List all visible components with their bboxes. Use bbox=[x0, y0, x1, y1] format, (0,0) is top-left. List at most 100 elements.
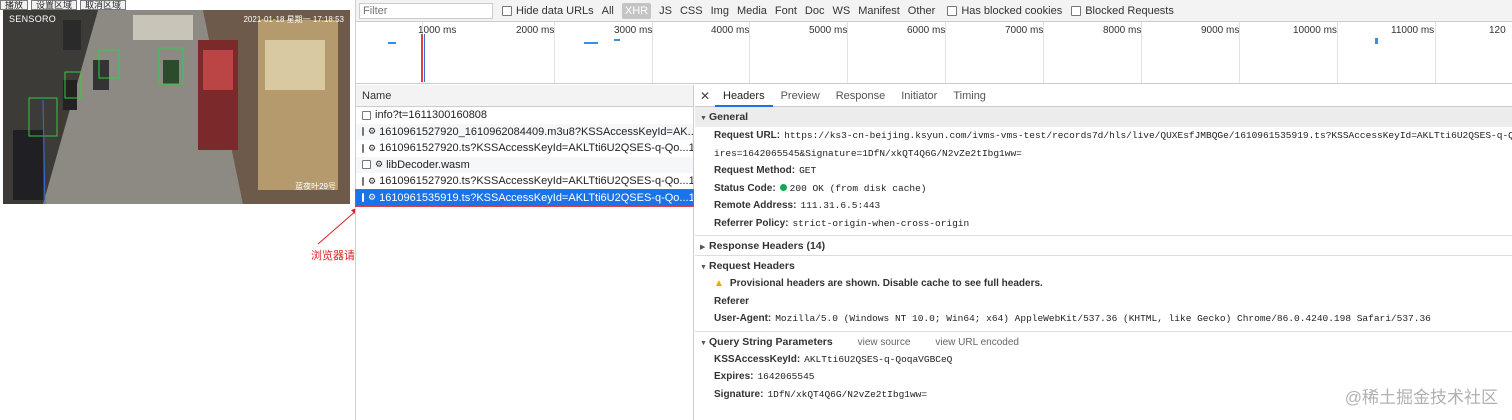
general-section-header[interactable]: ▼ General bbox=[695, 107, 1512, 127]
tick-label: 2000 ms bbox=[516, 25, 555, 36]
tick-label: 8000 ms bbox=[1103, 25, 1142, 36]
response-headers-section-header[interactable]: ▶ Response Headers (14) bbox=[695, 235, 1512, 255]
param-key: Signature: bbox=[714, 388, 764, 400]
set-region-button[interactable]: 设置区域 bbox=[31, 0, 78, 10]
header-key: Referrer Policy: bbox=[714, 217, 789, 229]
checkbox-label: Hide data URLs bbox=[516, 4, 594, 17]
gear-icon: ⚙ bbox=[368, 175, 377, 186]
provisional-warning-row: ▲ Provisional headers are shown. Disable … bbox=[695, 275, 1512, 293]
type-filter-css[interactable]: CSS bbox=[680, 5, 703, 17]
tab-response[interactable]: Response bbox=[828, 85, 894, 107]
request-type-icon bbox=[362, 110, 371, 120]
request-url-row: Request URL: https://ks3-cn-beijing.ksyun… bbox=[695, 127, 1512, 145]
request-row[interactable]: ⚙ 1610961527920.ts?KSSAccessKeyId=AKLTti… bbox=[356, 173, 693, 190]
tick-label: 3000 ms bbox=[614, 25, 653, 36]
checkbox-box bbox=[1071, 5, 1082, 16]
video-buttons: 播放 设置区域 取消区域 bbox=[0, 0, 127, 10]
param-key: Expires: bbox=[714, 371, 754, 382]
has-blocked-cookies-checkbox[interactable]: Has blocked cookies bbox=[947, 5, 1062, 17]
type-filter-ws[interactable]: WS bbox=[832, 5, 850, 17]
video-timestamp: 2021-01-18 星期一 17:18:53 bbox=[243, 15, 344, 24]
type-filter-img[interactable]: Img bbox=[711, 5, 729, 17]
blocked-requests-checkbox[interactable]: Blocked Requests bbox=[1071, 5, 1174, 17]
request-row[interactable]: ⚙ 1610961527920.ts?KSSAccessKeyId=AKLTti… bbox=[356, 140, 693, 157]
section-title: General bbox=[709, 111, 749, 123]
tick-label: 9000 ms bbox=[1201, 25, 1240, 36]
request-type-icon bbox=[362, 143, 364, 153]
request-name: 1610961527920.ts?KSSAccessKeyId=AKLTti6U… bbox=[379, 142, 693, 155]
section-title: Request Headers bbox=[709, 260, 795, 272]
request-row[interactable]: ⚙ libDecoder.wasm bbox=[356, 156, 693, 173]
remote-address-row: Remote Address: 111.31.6.5:443 bbox=[695, 197, 1512, 215]
type-filter-media[interactable]: Media bbox=[737, 5, 767, 17]
type-filter-js[interactable]: JS bbox=[659, 5, 672, 17]
checkbox-box bbox=[502, 5, 512, 16]
tick-line bbox=[1337, 22, 1338, 83]
name-column-header[interactable]: Name bbox=[356, 85, 693, 107]
close-icon[interactable]: ✕ bbox=[695, 89, 715, 103]
gear-icon: ⚙ bbox=[368, 142, 377, 153]
tab-preview[interactable]: Preview bbox=[773, 85, 828, 107]
header-value: 111.31.6.5:443 bbox=[800, 200, 881, 211]
request-type-icon bbox=[362, 193, 364, 203]
timeline-request-bar bbox=[388, 42, 396, 44]
header-key: Status Code: bbox=[714, 182, 776, 194]
request-row[interactable]: ⚙ 1610961527920_1610962084409.m3u8?KSSAc… bbox=[356, 123, 693, 140]
type-filter-font[interactable]: Font bbox=[775, 5, 797, 17]
filter-input[interactable] bbox=[359, 2, 493, 19]
street-scene-image bbox=[3, 10, 350, 204]
view-url-encoded-link[interactable]: view URL encoded bbox=[935, 337, 1019, 348]
timeline-request-bar bbox=[1375, 38, 1378, 44]
request-url-continuation: ires=1642065545&Signature=1DfN/xkQT4Q6G/… bbox=[695, 145, 1512, 163]
tab-headers[interactable]: Headers bbox=[715, 85, 773, 107]
details-tab-bar: ✕ Headers Preview Response Initiator Tim… bbox=[695, 85, 1512, 107]
expanded-triangle-icon: ▼ bbox=[700, 264, 707, 271]
request-list-empty-area bbox=[356, 206, 693, 406]
query-string-section-header[interactable]: ▼ Query String Parameters view source vie… bbox=[695, 330, 1512, 351]
video-frame[interactable]: SENSORO 2021-01-18 星期一 17:18:53 蓝夜叶29号 bbox=[3, 10, 350, 204]
devtools-network-panel: Hide data URLs All XHR JS CSS Img Media … bbox=[355, 0, 1512, 420]
section-title: Response Headers (14) bbox=[709, 240, 826, 252]
header-value: 200 OK (from disk cache) bbox=[789, 182, 927, 194]
tick-label: 4000 ms bbox=[711, 25, 750, 36]
timeline-domcontent-marker bbox=[424, 34, 425, 82]
video-location-label: 蓝夜叶29号 bbox=[295, 182, 336, 191]
header-key: Referer bbox=[714, 295, 750, 307]
tab-timing[interactable]: Timing bbox=[945, 85, 994, 107]
type-filter-manifest[interactable]: Manifest bbox=[858, 5, 900, 17]
hide-data-urls-checkbox[interactable]: Hide data URLs bbox=[502, 5, 594, 17]
cancel-region-button[interactable]: 取消区域 bbox=[80, 0, 127, 10]
header-value: https://ks3-cn-beijing.ksyun.com/ivms-vm… bbox=[784, 130, 1512, 141]
request-headers-section-header[interactable]: ▼ Request Headers bbox=[695, 255, 1512, 275]
request-details-panel: ✕ Headers Preview Response Initiator Tim… bbox=[695, 85, 1512, 420]
expanded-triangle-icon: ▼ bbox=[700, 339, 707, 347]
network-timeline-overview[interactable]: 1000 ms 2000 ms 3000 ms 4000 ms 5000 ms … bbox=[356, 22, 1512, 84]
type-filter-doc[interactable]: Doc bbox=[805, 5, 825, 17]
warning-icon: ▲ bbox=[714, 278, 724, 289]
header-key: Remote Address: bbox=[714, 200, 797, 211]
tick-label: 5000 ms bbox=[809, 25, 848, 36]
header-value: GET bbox=[799, 165, 817, 176]
header-key: Request URL: bbox=[714, 130, 781, 141]
request-name: 1610961527920.ts?KSSAccessKeyId=AKLTti6U… bbox=[379, 175, 693, 188]
request-name: 1610961527920_1610962084409.m3u8?KSSAcce… bbox=[379, 125, 693, 138]
play-button[interactable]: 播放 bbox=[0, 0, 29, 10]
request-row-selected[interactable]: ⚙ 1610961535919.ts?KSSAccessKeyId=AKLTti… bbox=[355, 188, 694, 207]
request-type-icon bbox=[362, 127, 364, 137]
type-filter-all[interactable]: All bbox=[602, 5, 614, 17]
type-filter-xhr[interactable]: XHR bbox=[621, 2, 652, 19]
view-source-link[interactable]: view source bbox=[858, 337, 911, 348]
tab-initiator[interactable]: Initiator bbox=[893, 85, 945, 107]
header-value: Mozilla/5.0 (Windows NT 10.0; Win64; x64… bbox=[775, 313, 1431, 324]
param-value: AKLTti6U2QSES-q-QoqaVGBCeQ bbox=[804, 353, 953, 365]
collapsed-triangle-icon: ▶ bbox=[700, 244, 706, 251]
tick-label: 10000 ms bbox=[1293, 25, 1337, 36]
checkbox-label: Has blocked cookies bbox=[961, 4, 1063, 17]
watermark: @稀土掘金技术社区 bbox=[1344, 388, 1498, 407]
checkbox-box bbox=[947, 5, 958, 16]
request-row[interactable]: info?t=1611300160808 bbox=[356, 107, 693, 124]
tick-label: 7000 ms bbox=[1005, 25, 1044, 36]
type-filter-other[interactable]: Other bbox=[908, 5, 936, 17]
request-name: libDecoder.wasm bbox=[386, 158, 470, 171]
video-brand-label: SENSORO bbox=[9, 14, 57, 24]
